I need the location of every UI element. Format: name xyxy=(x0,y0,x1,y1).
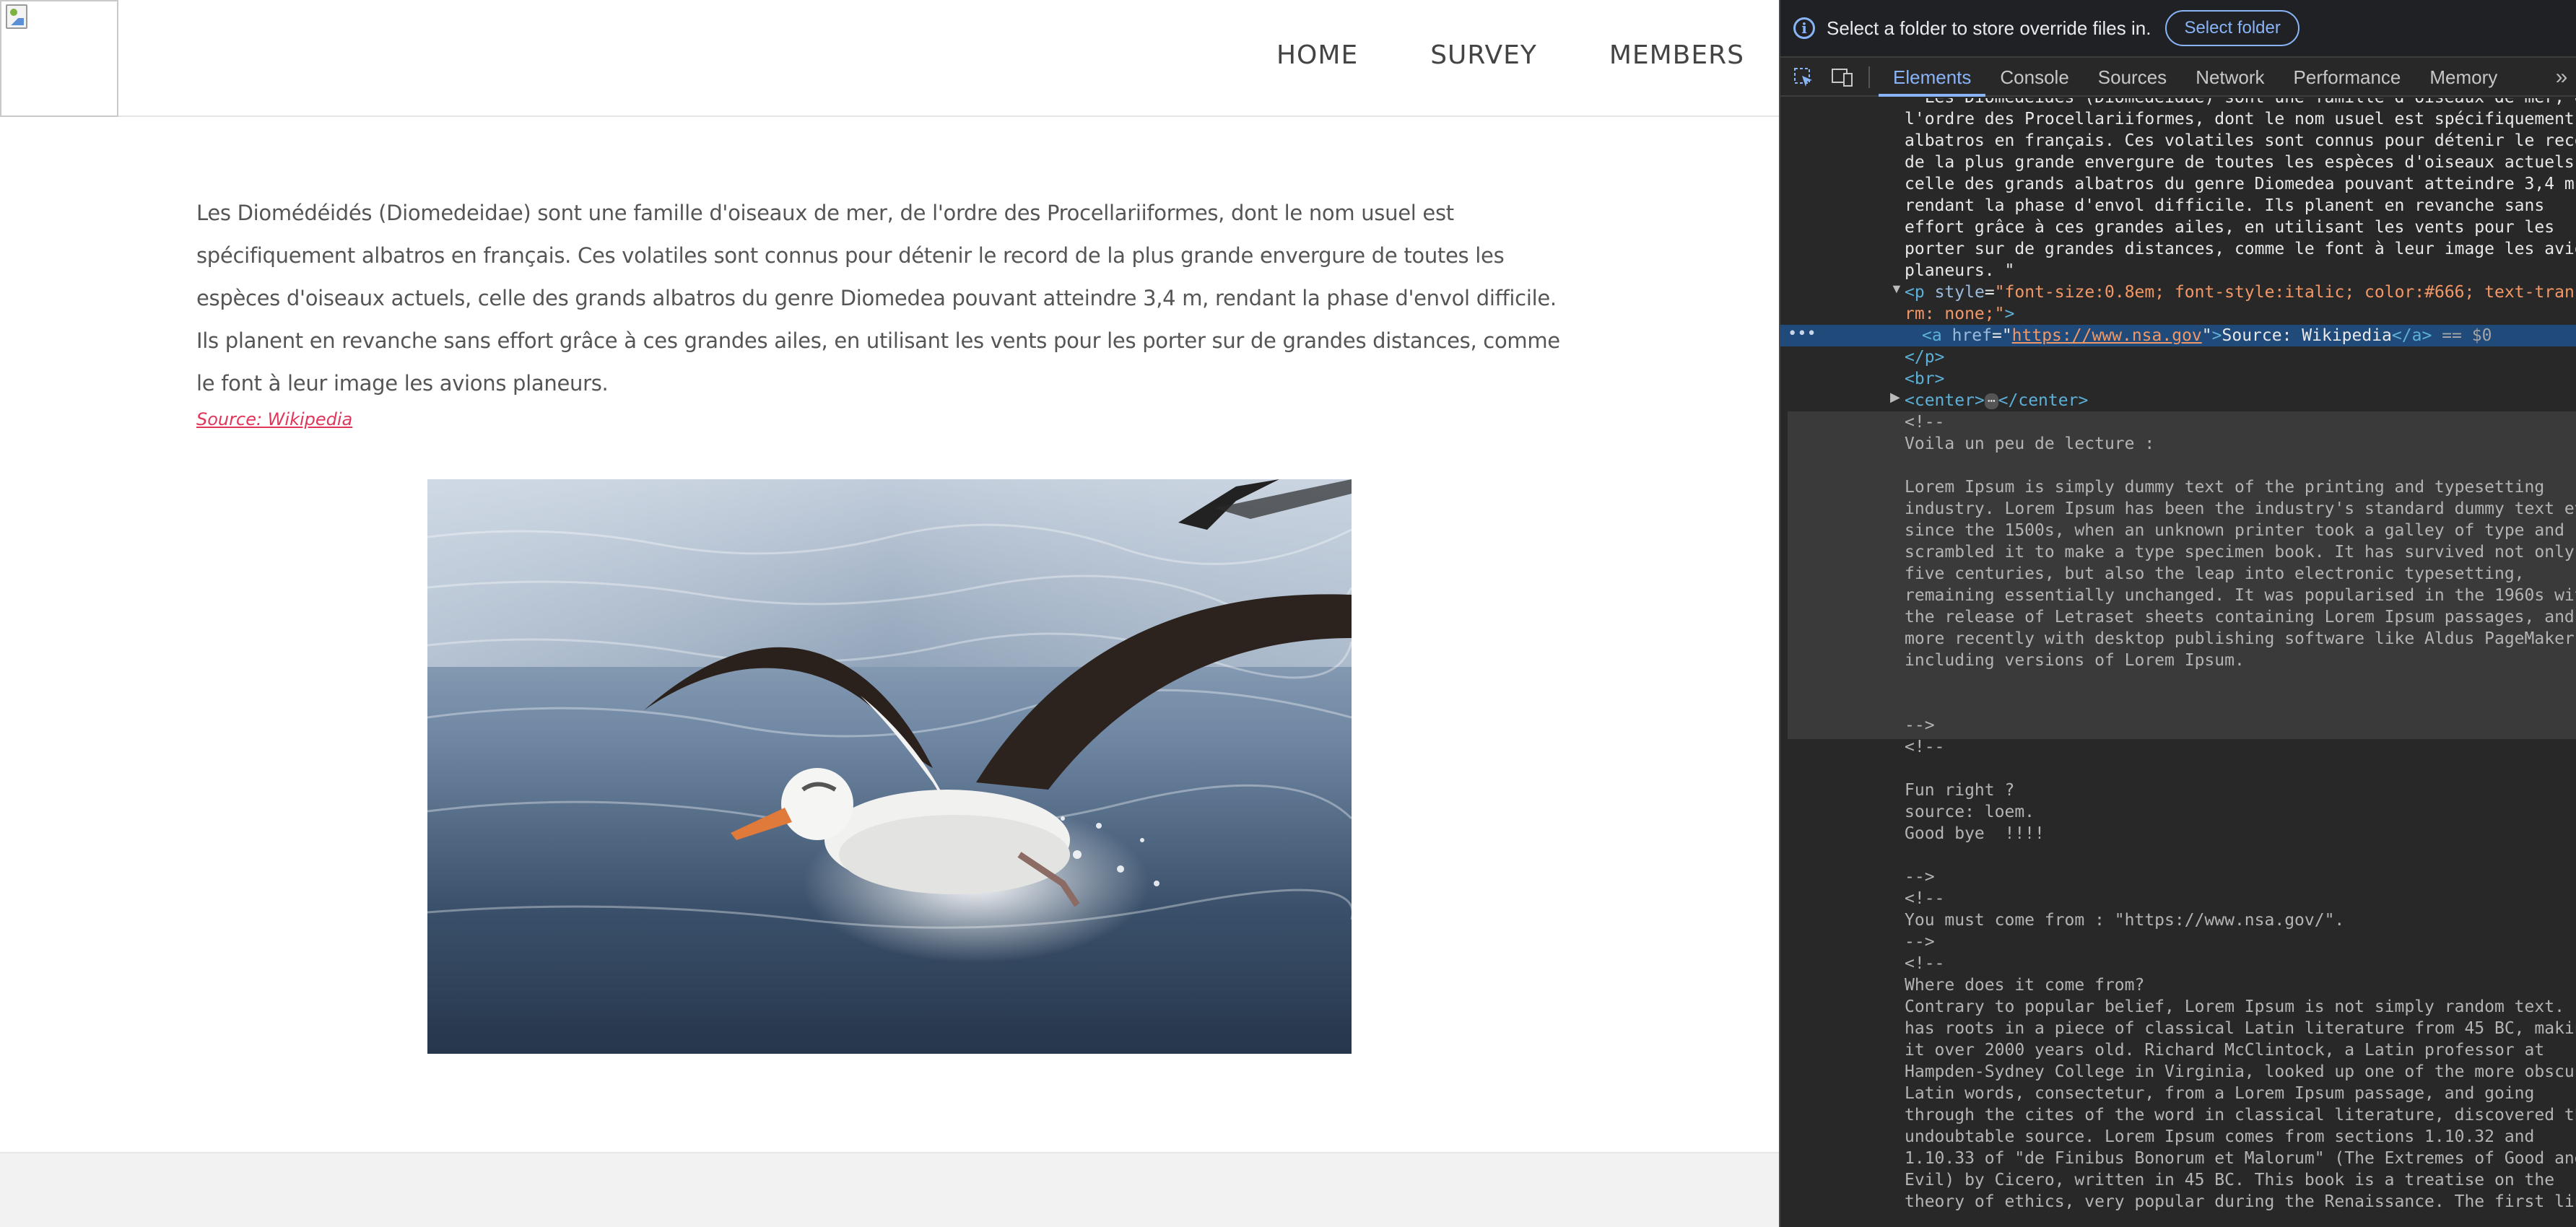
collapsed-children-icon[interactable]: ⋯ xyxy=(1984,393,1998,409)
nav-survey[interactable]: SURVEY xyxy=(1430,40,1537,70)
tab-memory[interactable]: Memory xyxy=(2415,59,2512,95)
tab-console[interactable]: Console xyxy=(1985,59,2083,95)
collapse-triangle-icon[interactable]: ▼ xyxy=(1890,281,1903,297)
tab-elements[interactable]: Elements xyxy=(1879,59,1986,97)
more-tabs-icon[interactable]: » xyxy=(2546,59,2576,95)
text-node[interactable]: " Les Diomédéidés (Diomedeidae) sont une… xyxy=(1905,98,2576,281)
nav-members[interactable]: MEMBERS xyxy=(1609,40,1744,70)
a-tag-line[interactable]: <a href="https://www.nsa.gov">Source: Wi… xyxy=(1922,325,2492,346)
br-tag[interactable]: <br> xyxy=(1905,368,1944,390)
source-link[interactable]: Source: Wikipedia xyxy=(196,409,352,429)
a-href-attr-name: href xyxy=(1951,326,1992,345)
a-close-tag-name: a xyxy=(2411,326,2422,345)
node-actions-icon[interactable]: ••• xyxy=(1788,325,1816,343)
a-href-link[interactable]: https://www.nsa.gov xyxy=(2012,326,2202,345)
select-folder-button[interactable]: Select folder xyxy=(2165,10,2299,46)
p-style-attr-value-cont: rm: none; xyxy=(1905,305,1995,323)
selected-marker: == $0 xyxy=(2442,326,2492,345)
p-style-attr-name: style xyxy=(1934,283,1985,302)
article: Les Diomédéidés (Diomedeidae) sont une f… xyxy=(196,192,1568,430)
toolbar-divider xyxy=(1868,66,1870,88)
tab-sources[interactable]: Sources xyxy=(2084,59,2181,95)
broken-logo-image[interactable] xyxy=(0,0,118,117)
overrides-info-bar: i Select a folder to store override file… xyxy=(1780,0,2576,58)
devtools-panel: i Select a folder to store override file… xyxy=(1779,0,2576,1227)
site-header: HOME SURVEY MEMBERS xyxy=(0,0,1779,117)
article-paragraph: Les Diomédéidés (Diomedeidae) sont une f… xyxy=(196,201,1560,396)
main-nav: HOME SURVEY MEMBERS xyxy=(1204,40,1744,70)
inspect-element-icon[interactable] xyxy=(1788,59,1819,95)
p-open-tag-line1[interactable]: <p style="font-size:0.8em; font-style:it… xyxy=(1905,281,2576,303)
albatross-photo-graphic xyxy=(427,479,1352,1054)
comment-node-4[interactable]: <!-- Where does it come from? Contrary t… xyxy=(1905,953,2576,1213)
center-close-tag-name: center xyxy=(2018,391,2079,410)
devtools-tab-bar: Elements Console Sources Network Perform… xyxy=(1780,59,2576,97)
tab-network[interactable]: Network xyxy=(2181,59,2279,95)
page-footer xyxy=(0,1152,1779,1227)
p-style-attr-value: font-size:0.8em; font-style:italic; colo… xyxy=(2004,283,2576,302)
center-tag-name: center xyxy=(1914,391,1975,410)
nav-home[interactable]: HOME xyxy=(1276,40,1358,70)
comment-node-3[interactable]: <!-- You must come from : "https://www.n… xyxy=(1905,888,2344,953)
info-message: Select a folder to store override files … xyxy=(1827,17,2151,39)
expand-triangle-icon[interactable]: ▶ xyxy=(1890,390,1900,405)
web-page: HOME SURVEY MEMBERS Les Diomédéidés (Dio… xyxy=(0,0,1779,1227)
elements-tree: " Les Diomédéidés (Diomedeidae) sont une… xyxy=(1780,98,2576,1227)
info-icon: i xyxy=(1793,17,1815,39)
a-tag-name: a xyxy=(1931,326,1942,345)
center-tag-line[interactable]: <center> ⋯ </center> xyxy=(1905,390,2088,411)
p-tag-name: p xyxy=(1914,283,1925,302)
device-toolbar-icon[interactable] xyxy=(1827,59,1858,95)
p-open-tag-line2[interactable]: rm: none;"> xyxy=(1905,303,2014,325)
albatross-photo xyxy=(427,479,1352,1054)
tab-performance[interactable]: Performance xyxy=(2279,59,2416,95)
source-paragraph: Source: Wikipedia xyxy=(196,409,1568,430)
comment-node-1[interactable]: <!-- Voila un peu de lecture : Lorem Ips… xyxy=(1905,411,2576,736)
p-close-tag[interactable]: </p> xyxy=(1905,346,1944,368)
comment-node-2[interactable]: <!-- Fun right ? source: loem. Good bye … xyxy=(1905,736,2045,888)
broken-image-icon xyxy=(6,4,27,29)
a-text: Source: Wikipedia xyxy=(2222,326,2392,345)
